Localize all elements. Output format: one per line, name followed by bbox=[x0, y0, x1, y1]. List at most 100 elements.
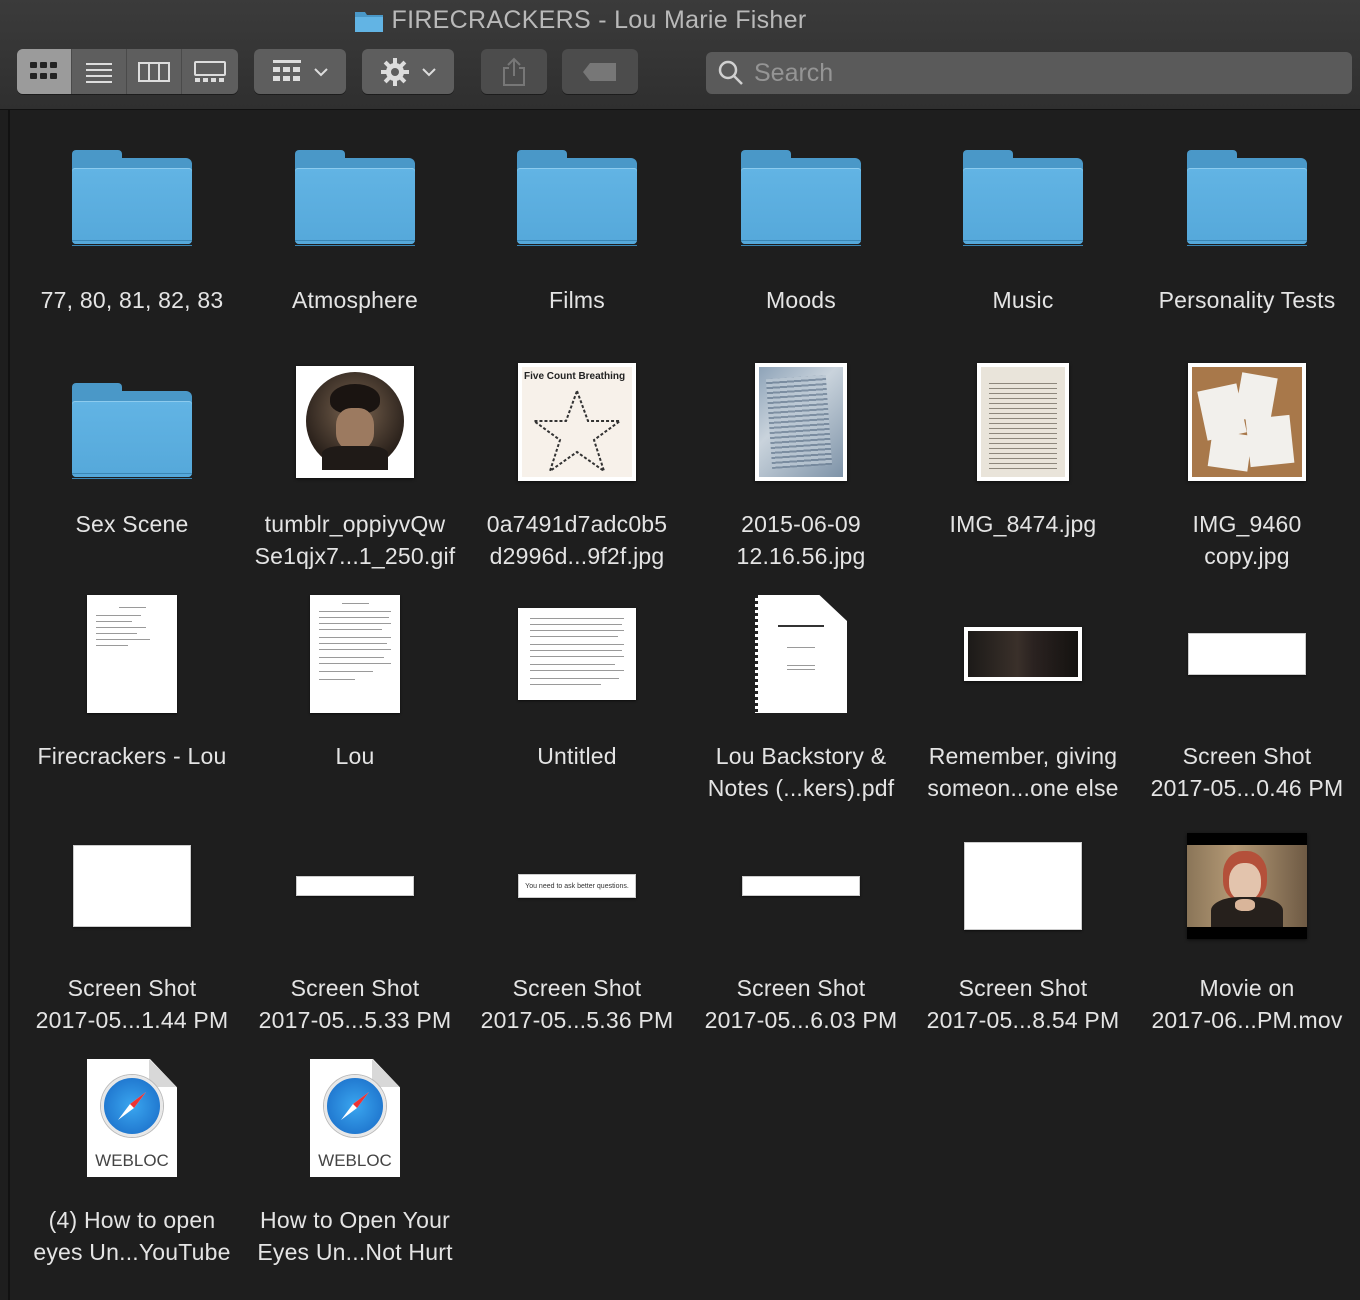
item-label: Lou bbox=[335, 743, 375, 769]
item-label: Screen Shot 2017-05...1.44 PM bbox=[35, 975, 229, 1033]
folder-icon bbox=[72, 383, 192, 479]
document-file-item[interactable]: Lou bbox=[243, 584, 467, 772]
item-label: Lou Backstory & Notes (...kers).pdf bbox=[707, 743, 895, 801]
item-label: Firecrackers - Lou bbox=[37, 743, 227, 769]
item-label: IMG_9460 copy.jpg bbox=[1192, 511, 1302, 569]
image-thumbnail: Five Count Breathing bbox=[518, 363, 636, 481]
window-title-text: FIRECRACKERS - Lou Marie Fisher bbox=[391, 6, 807, 34]
chevron-down-icon bbox=[422, 67, 436, 76]
image-file-item[interactable]: Five Count Breathing 0a7491d7adc0b5 d299… bbox=[465, 352, 689, 572]
screenshot-file-item[interactable]: Screen Shot 2017-05...8.54 PM bbox=[911, 816, 1135, 1036]
column-view-button[interactable] bbox=[127, 49, 182, 94]
image-thumbnail bbox=[755, 363, 847, 481]
item-label: Films bbox=[549, 287, 605, 313]
icon-view-button[interactable] bbox=[17, 49, 72, 94]
item-label: Moods bbox=[765, 287, 837, 313]
folder-item[interactable]: 77, 80, 81, 82, 83 bbox=[20, 128, 244, 316]
image-file-item[interactable]: IMG_9460 copy.jpg bbox=[1135, 352, 1359, 572]
star-drawing bbox=[532, 389, 622, 473]
item-label: (4) How to open eyes Un...YouTube bbox=[33, 1207, 231, 1265]
item-label: Atmosphere bbox=[291, 287, 418, 313]
window-titlebar: FIRECRACKERS - Lou Marie Fisher bbox=[0, 0, 1360, 110]
share-button[interactable] bbox=[481, 49, 547, 94]
image-file-item[interactable]: 2015-06-09 12.16.56.jpg bbox=[689, 352, 913, 572]
item-label: Sex Scene bbox=[75, 511, 189, 537]
icon-view-icon bbox=[30, 61, 57, 79]
document-thumbnail bbox=[518, 608, 636, 700]
pdf-thumbnail bbox=[755, 595, 847, 713]
item-label: Screen Shot 2017-05...5.36 PM bbox=[480, 975, 674, 1033]
item-label: 0a7491d7adc0b5 d2996d...9f2f.jpg bbox=[486, 511, 668, 569]
item-label: Untitled bbox=[537, 743, 617, 769]
screenshot-thumbnail bbox=[964, 627, 1082, 681]
screenshot-thumbnail bbox=[964, 842, 1082, 930]
search-field[interactable] bbox=[706, 52, 1352, 94]
tag-button[interactable] bbox=[562, 49, 638, 94]
gallery-view-button[interactable] bbox=[182, 49, 237, 94]
folder-item[interactable]: Atmosphere bbox=[243, 128, 467, 316]
webloc-file-item[interactable]: WEBLOC (4) How to open eyes Un...YouTube bbox=[20, 1048, 244, 1268]
folder-item[interactable]: Moods bbox=[689, 128, 913, 316]
action-menu-button[interactable] bbox=[362, 49, 454, 94]
view-mode-segmented-control[interactable] bbox=[17, 49, 238, 94]
screenshot-thumbnail bbox=[742, 876, 860, 896]
image-thumbnail bbox=[1188, 363, 1306, 481]
image-file-item[interactable]: IMG_8474.jpg bbox=[911, 352, 1135, 540]
gallery-view-icon bbox=[193, 60, 226, 82]
folder-icon bbox=[354, 9, 384, 33]
screenshot-file-item[interactable]: Screen Shot 2017-05...1.44 PM bbox=[20, 816, 244, 1036]
chevron-down-icon bbox=[314, 67, 328, 76]
item-label: Music bbox=[992, 287, 1054, 313]
thumbnail-caption: Five Count Breathing bbox=[524, 371, 626, 382]
folder-icon bbox=[741, 150, 861, 246]
screenshot-thumbnail bbox=[73, 845, 191, 927]
screenshot-file-item[interactable]: You need to ask better questions. Screen… bbox=[465, 816, 689, 1036]
screenshot-file-item[interactable]: Screen Shot 2017-05...0.46 PM bbox=[1135, 584, 1359, 804]
movie-file-item[interactable]: Movie on 2017-06...PM.mov bbox=[1135, 816, 1359, 1036]
movie-thumbnail bbox=[1187, 833, 1307, 939]
safari-webloc-icon: WEBLOC bbox=[87, 1059, 177, 1177]
gif-thumbnail bbox=[296, 366, 414, 478]
tag-icon bbox=[583, 62, 616, 81]
item-label: Screen Shot 2017-05...0.46 PM bbox=[1150, 743, 1344, 801]
search-input[interactable] bbox=[754, 58, 1314, 88]
folder-icon bbox=[963, 150, 1083, 246]
document-file-item[interactable]: Untitled bbox=[465, 584, 689, 772]
file-icon-grid: 77, 80, 81, 82, 83 Atmosphere Films Mood… bbox=[8, 110, 1360, 1300]
item-label: Screen Shot 2017-05...5.33 PM bbox=[258, 975, 452, 1033]
folder-item[interactable]: Films bbox=[465, 128, 689, 316]
search-icon bbox=[718, 60, 743, 85]
safari-webloc-icon: WEBLOC bbox=[310, 1059, 400, 1177]
group-by-button[interactable] bbox=[254, 49, 346, 94]
webloc-badge: WEBLOC bbox=[318, 1151, 392, 1170]
item-label: tumblr_oppiyvQw Se1qjx7...1_250.gif bbox=[254, 511, 456, 569]
screenshot-thumbnail bbox=[296, 876, 414, 896]
webloc-file-item[interactable]: WEBLOC How to Open Your Eyes Un...Not Hu… bbox=[243, 1048, 467, 1268]
document-thumbnail bbox=[310, 595, 400, 713]
document-file-item[interactable]: Firecrackers - Lou bbox=[20, 584, 244, 772]
grid-icon bbox=[273, 59, 301, 81]
folder-item[interactable]: Music bbox=[911, 128, 1135, 316]
window-title: FIRECRACKERS - Lou Marie Fisher bbox=[0, 6, 1160, 35]
gear-icon bbox=[381, 57, 409, 86]
screenshot-file-item[interactable]: Screen Shot 2017-05...6.03 PM bbox=[689, 816, 913, 1036]
image-thumbnail bbox=[977, 363, 1069, 481]
document-thumbnail bbox=[87, 595, 177, 713]
screenshot-file-item[interactable]: Remember, giving someon...one else bbox=[911, 584, 1135, 804]
item-label: How to Open Your Eyes Un...Not Hurt bbox=[257, 1207, 453, 1265]
column-view-icon bbox=[138, 61, 170, 82]
folder-icon bbox=[72, 150, 192, 246]
share-icon bbox=[503, 57, 525, 86]
folder-item[interactable]: Sex Scene bbox=[20, 352, 244, 540]
item-label: Screen Shot 2017-05...8.54 PM bbox=[926, 975, 1120, 1033]
item-label: IMG_8474.jpg bbox=[949, 511, 1097, 537]
item-label: Personality Tests bbox=[1158, 287, 1336, 313]
gif-file-item[interactable]: tumblr_oppiyvQw Se1qjx7...1_250.gif bbox=[243, 352, 467, 572]
list-view-button[interactable] bbox=[72, 49, 127, 94]
folder-icon bbox=[295, 150, 415, 246]
folder-item[interactable]: Personality Tests bbox=[1135, 128, 1359, 316]
pdf-file-item[interactable]: Lou Backstory & Notes (...kers).pdf bbox=[689, 584, 913, 804]
list-view-icon bbox=[86, 62, 112, 83]
item-label: Screen Shot 2017-05...6.03 PM bbox=[704, 975, 898, 1033]
screenshot-file-item[interactable]: Screen Shot 2017-05...5.33 PM bbox=[243, 816, 467, 1036]
